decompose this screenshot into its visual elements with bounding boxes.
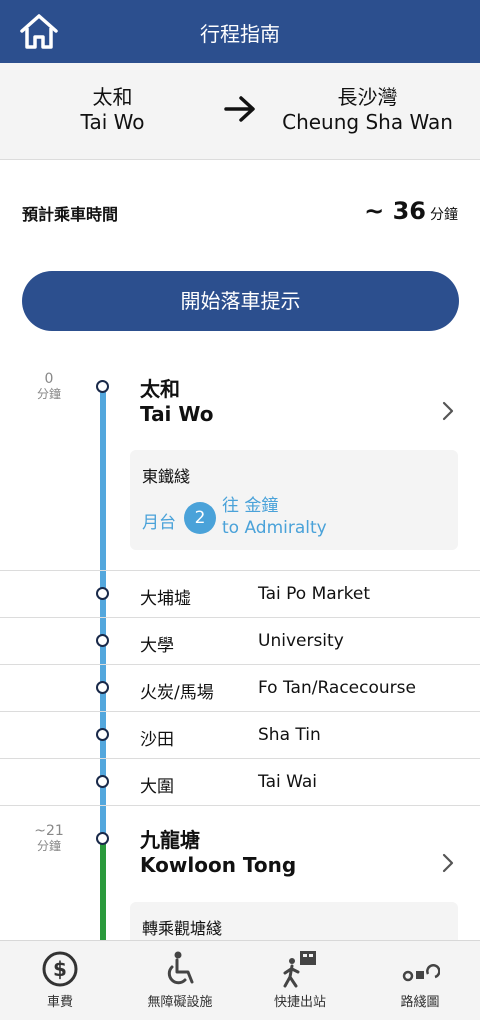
departure-time: 0 分鐘	[20, 372, 78, 402]
stop-name-en: Sha Tin	[258, 725, 321, 745]
departure-time-value: 0	[44, 371, 54, 387]
nav-label: 快捷出站	[273, 995, 326, 1010]
nav-fare[interactable]: $ 車費	[0, 941, 120, 1020]
journey-timeline: 0 分鐘 太和 Tai Wo 東鐵綫 月台 2 往 金鐘 to Admiralt…	[0, 360, 480, 962]
station-tai-wo[interactable]: 太和 Tai Wo	[140, 377, 213, 427]
stop-name-zh: 火炭/馬場	[140, 683, 214, 703]
stop-name-en: Tai Wai	[258, 772, 317, 792]
transfer-line-name: 轉乘觀塘綫	[142, 919, 223, 938]
list-item: 沙田 Sha Tin	[0, 711, 480, 758]
route-map-icon	[402, 964, 440, 982]
platform-number-badge: 2	[184, 502, 216, 534]
nav-quick-exit[interactable]: 快捷出站	[240, 941, 360, 1020]
station-dot	[96, 728, 109, 741]
station-dot	[96, 380, 109, 393]
transfer-time-unit: 分鐘	[36, 839, 61, 853]
station-dot	[96, 832, 109, 845]
station-name-en: Kowloon Tong	[140, 853, 297, 877]
destination-name-en: Cheung Sha Wan	[282, 110, 453, 134]
nav-label: 路綫圖	[400, 995, 440, 1010]
svg-text:$: $	[53, 957, 67, 981]
stop-name-zh: 沙田	[140, 730, 174, 750]
bottom-navigation: $ 車費 無障礙設施 快捷出站 路綫圖	[0, 940, 480, 1020]
list-item: 火炭/馬場 Fo Tan/Racecourse	[0, 664, 480, 711]
list-item: 大圍 Tai Wai	[0, 758, 480, 805]
divider	[0, 805, 480, 806]
destination-en: to Admiralty	[222, 518, 327, 538]
platform-destination: 往 金鐘 to Admiralty	[222, 495, 327, 539]
origin-name-en: Tai Wo	[80, 110, 145, 134]
stop-name-en: University	[258, 631, 344, 651]
nav-accessibility[interactable]: 無障礙設施	[120, 941, 240, 1020]
origin-name-zh: 太和	[92, 85, 133, 109]
station-name-zh: 九龍塘	[140, 828, 200, 852]
estimated-time-prefix: ~	[364, 197, 385, 225]
estimated-time-value: ~ 36 分鐘	[364, 197, 458, 225]
station-name-en: Tai Wo	[140, 402, 214, 426]
nav-label: 車費	[46, 995, 73, 1010]
list-item: 大學 University	[0, 617, 480, 664]
departure-time-unit: 分鐘	[36, 387, 61, 401]
stop-name-en: Tai Po Market	[258, 584, 371, 604]
stop-name-zh: 大圍	[140, 777, 174, 797]
kwun-tong-line-segment	[100, 835, 106, 945]
station-name-zh: 太和	[140, 377, 180, 401]
destination-name-zh: 長沙灣	[337, 85, 398, 109]
station-dot	[96, 634, 109, 647]
start-alight-alert-button[interactable]: 開始落車提示	[22, 271, 459, 331]
estimated-time-number: 36	[392, 197, 426, 225]
route-summary: 太和 Tai Wo 長沙灣 Cheung Sha Wan	[0, 63, 480, 160]
nav-route-map[interactable]: 路綫圖	[360, 941, 480, 1020]
arrow-right-icon	[224, 96, 255, 122]
stop-name-zh: 大學	[140, 636, 174, 656]
page-title: 行程指南	[200, 22, 280, 46]
station-dot	[96, 775, 109, 788]
destination-zh: 往 金鐘	[222, 496, 279, 516]
line-info-card: 東鐵綫 月台 2 往 金鐘 to Admiralty	[130, 450, 458, 550]
chevron-right-icon[interactable]	[440, 852, 456, 874]
nav-label: 無障礙設施	[147, 995, 213, 1010]
transfer-time-value: ~21	[34, 823, 64, 839]
transfer-time: ~21 分鐘	[20, 824, 78, 854]
station-dot	[96, 681, 109, 694]
station-dot	[96, 587, 109, 600]
stop-name-zh: 大埔墟	[140, 589, 191, 609]
chevron-right-icon[interactable]	[440, 400, 456, 422]
destination-station: 長沙灣 Cheung Sha Wan	[275, 85, 460, 135]
stop-name-en: Fo Tan/Racecourse	[258, 678, 416, 698]
station-kowloon-tong[interactable]: 九龍塘 Kowloon Tong	[140, 828, 296, 878]
estimated-time-label: 預計乘車時間	[22, 205, 119, 224]
dollar-icon: $	[42, 951, 78, 987]
wheelchair-icon	[167, 951, 194, 985]
top-app-bar: 行程指南	[0, 0, 480, 63]
platform-label: 月台	[142, 513, 176, 533]
exit-icon	[283, 951, 316, 988]
list-item: 大埔墟 Tai Po Market	[0, 570, 480, 617]
line-name: 東鐵綫	[142, 467, 191, 486]
origin-station: 太和 Tai Wo	[40, 85, 185, 135]
estimated-time-unit: 分鐘	[430, 207, 458, 223]
